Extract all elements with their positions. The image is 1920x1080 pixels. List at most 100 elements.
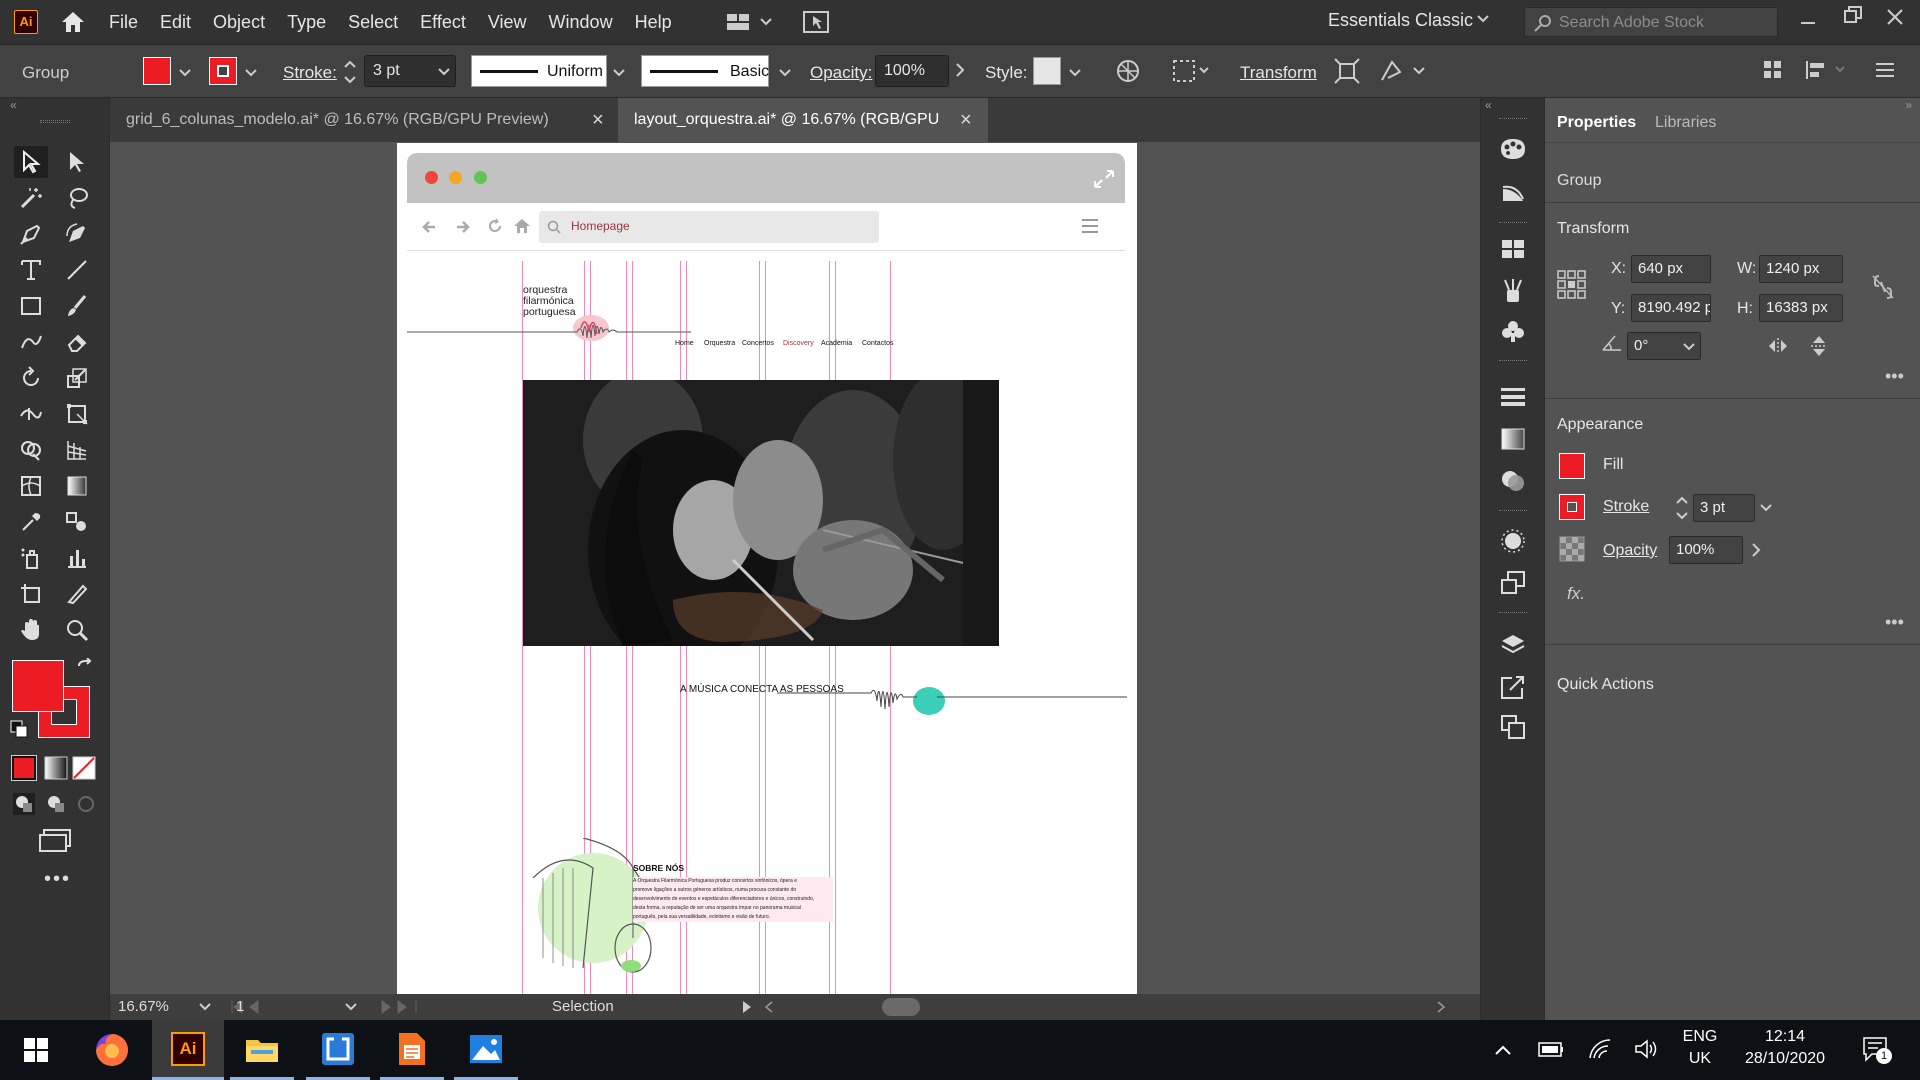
draw-behind-icon[interactable]: [44, 792, 68, 816]
color-guide-icon[interactable]: [1495, 174, 1531, 208]
artboards-panel-icon[interactable]: [1495, 710, 1531, 744]
menu-edit[interactable]: Edit: [149, 12, 202, 33]
slice-tool-icon[interactable]: [60, 578, 94, 610]
transparency-panel-icon[interactable]: [1495, 464, 1531, 498]
graphic-style-swatch[interactable]: [1033, 57, 1061, 85]
width-tool-icon[interactable]: [14, 398, 48, 430]
graphic-styles-panel-icon[interactable]: [1495, 566, 1531, 600]
symbol-sprayer-tool-icon[interactable]: [14, 542, 48, 574]
brushes-panel-icon[interactable]: [1495, 274, 1531, 308]
menu-select[interactable]: Select: [337, 12, 409, 33]
photos-icon[interactable]: [454, 1020, 518, 1080]
adobe-stock-search[interactable]: Search Adobe Stock: [1524, 7, 1778, 37]
rotate-angle-field[interactable]: 0°: [1627, 332, 1701, 360]
perspective-grid-tool-icon[interactable]: [60, 434, 94, 466]
fill-dropdown-icon[interactable]: [178, 68, 192, 78]
swap-fill-stroke-icon[interactable]: [76, 658, 94, 676]
scroll-left-icon[interactable]: [764, 1000, 774, 1014]
dock-grip[interactable]: [1499, 612, 1527, 614]
artboard[interactable]: Homepage orquestra filarmónica portugues…: [397, 143, 1137, 994]
shaper-tool-icon[interactable]: [14, 326, 48, 358]
tab-grid-6-colunas[interactable]: grid_6_colunas_modelo.ai* @ 16.67% (RGB/…: [110, 98, 614, 142]
hand-tool-icon[interactable]: [14, 614, 48, 646]
magic-wand-tool-icon[interactable]: [14, 182, 48, 214]
gradient-tool-icon[interactable]: [60, 470, 94, 502]
pdf-document-icon[interactable]: [380, 1020, 444, 1080]
close-tab-icon[interactable]: ×: [592, 98, 604, 142]
start-button[interactable]: [4, 1020, 68, 1080]
y-field[interactable]: 8190.492 p: [1631, 294, 1711, 322]
clock[interactable]: 12:14 28/10/2020: [1730, 1028, 1840, 1068]
isolate-group-icon[interactable]: [1334, 58, 1360, 84]
reference-point-icon[interactable]: [1557, 270, 1587, 300]
color-mode-icon[interactable]: [11, 755, 37, 781]
opacity-link[interactable]: Opacity: [1603, 542, 1657, 560]
artboard-number-field[interactable]: 1: [236, 998, 294, 1018]
stroke-dropdown-icon[interactable]: [244, 68, 258, 78]
appearance-panel-icon[interactable]: [1495, 524, 1531, 558]
line-segment-tool-icon[interactable]: [60, 254, 94, 286]
menu-type[interactable]: Type: [276, 12, 337, 33]
curvature-tool-icon[interactable]: [60, 218, 94, 250]
none-mode-icon[interactable]: [72, 756, 96, 780]
status-menu-arrow-icon[interactable]: [742, 1000, 752, 1014]
brush-definition[interactable]: Basic: [641, 55, 769, 87]
gpu-performance-icon[interactable]: [802, 10, 830, 34]
home-icon[interactable]: [60, 10, 86, 34]
column-graph-tool-icon[interactable]: [60, 542, 94, 574]
opacity-expand-icon[interactable]: [1751, 542, 1761, 558]
rectangle-tool-icon[interactable]: [14, 290, 48, 322]
export-panel-icon[interactable]: [1495, 670, 1531, 704]
symbols-panel-icon[interactable]: [1495, 314, 1531, 348]
appearance-stroke-swatch[interactable]: [1559, 494, 1585, 520]
arrange-grid-icon[interactable]: [1762, 59, 1784, 81]
flip-vertical-icon[interactable]: [1809, 334, 1829, 358]
dock-grip[interactable]: [1499, 510, 1527, 512]
opacity-field[interactable]: 100%: [875, 55, 949, 87]
stroke-stepper-icon[interactable]: [1675, 493, 1689, 523]
stroke-panel-icon[interactable]: [1495, 380, 1531, 414]
free-transform-tool-icon[interactable]: [60, 398, 94, 430]
blend-tool-icon[interactable]: [60, 506, 94, 538]
canvas[interactable]: Homepage orquestra filarmónica portugues…: [110, 142, 1455, 994]
swatches-panel-icon[interactable]: [1495, 232, 1531, 266]
variable-width-profile[interactable]: Uniform: [471, 55, 607, 87]
battery-icon[interactable]: [1538, 1040, 1564, 1058]
menu-object[interactable]: Object: [202, 12, 276, 33]
scale-tool-icon[interactable]: [60, 362, 94, 394]
width-field[interactable]: 1240 px: [1759, 255, 1843, 283]
dock-grip[interactable]: [1499, 118, 1527, 120]
fill-swatch[interactable]: [143, 57, 171, 85]
profile-dropdown-icon[interactable]: [612, 68, 626, 78]
default-fill-stroke-icon[interactable]: [10, 720, 28, 738]
appearance-more-options-icon[interactable]: •••: [1885, 612, 1904, 633]
close-tab-icon[interactable]: ×: [960, 98, 972, 142]
scroll-right-icon[interactable]: [1436, 1000, 1446, 1014]
edit-toolbar-more-icon[interactable]: •••: [44, 868, 71, 891]
collapse-panel-icon[interactable]: »: [1905, 98, 1912, 112]
gradient-mode-icon[interactable]: [44, 756, 68, 780]
tab-libraries[interactable]: Libraries: [1655, 114, 1716, 132]
firefox-icon[interactable]: [80, 1020, 144, 1080]
rotate-tool-icon[interactable]: [14, 362, 48, 394]
dock-grip[interactable]: [1499, 360, 1527, 362]
action-center-icon[interactable]: 1: [1862, 1036, 1892, 1064]
dock-grip[interactable]: [1499, 222, 1527, 224]
transform-more-options-icon[interactable]: •••: [1885, 366, 1904, 387]
language-indicator[interactable]: ENG UK: [1682, 1028, 1718, 1068]
opacity-arrow-icon[interactable]: [955, 62, 965, 78]
stroke-weight-field[interactable]: 3 pt: [364, 55, 456, 87]
screen-mode-icon[interactable]: [38, 828, 72, 852]
fx-effects-button[interactable]: fx.: [1567, 584, 1585, 604]
style-dropdown-icon[interactable]: [1068, 68, 1082, 78]
artboard-tool-icon[interactable]: [14, 578, 48, 610]
eraser-tool-icon[interactable]: [60, 326, 94, 358]
mesh-tool-icon[interactable]: [14, 470, 48, 502]
panel-menu-icon[interactable]: [1874, 59, 1896, 81]
appearance-opacity-field[interactable]: 100%: [1669, 536, 1743, 564]
stroke-link[interactable]: Stroke: [1603, 498, 1649, 516]
eyedropper-tool-icon[interactable]: [14, 506, 48, 538]
direct-selection-tool-icon[interactable]: [60, 146, 94, 178]
zoom-tool-icon[interactable]: [60, 614, 94, 646]
recolor-artwork-icon[interactable]: [1116, 59, 1140, 83]
